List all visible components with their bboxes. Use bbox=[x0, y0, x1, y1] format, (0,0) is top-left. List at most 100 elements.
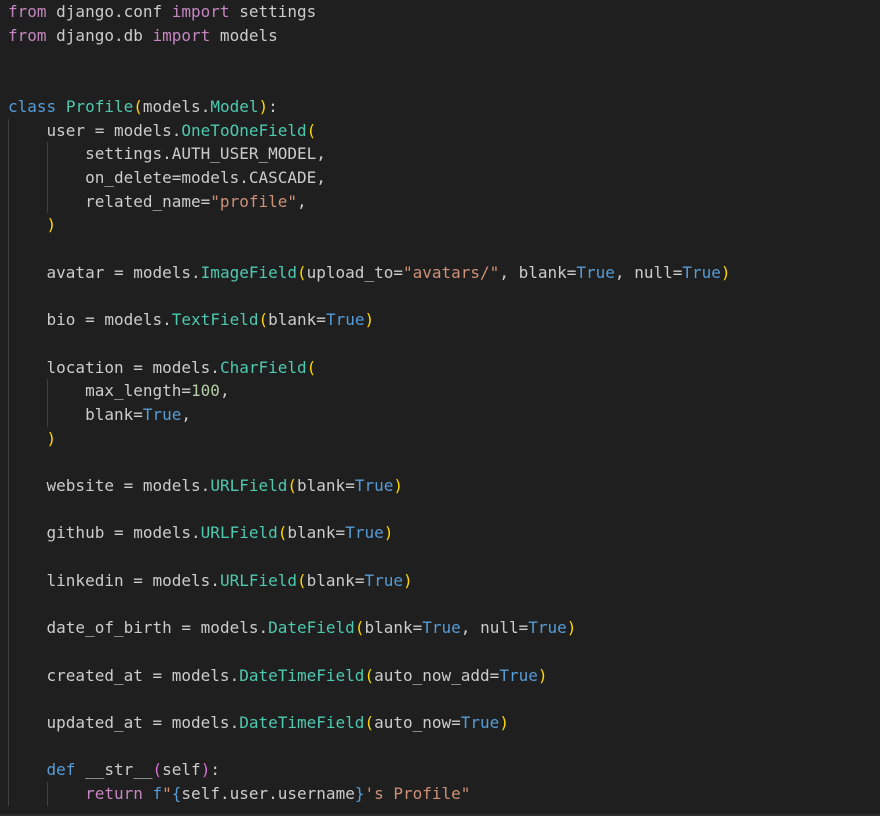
code-line[interactable]: from django.db import models bbox=[8, 24, 278, 48]
code-token-text: models bbox=[200, 618, 259, 638]
code-token-storage: True bbox=[682, 262, 721, 282]
code-token-storage: def bbox=[46, 760, 76, 780]
code-line[interactable]: website = models.URLField(blank=True) bbox=[8, 474, 403, 498]
code-token-number: 100 bbox=[191, 381, 220, 401]
code-token-text: null bbox=[634, 262, 673, 282]
code-token-text: = bbox=[518, 618, 529, 638]
code-line[interactable]: avatar = models.ImageField(upload_to="av… bbox=[8, 261, 731, 285]
code-token-text: : bbox=[268, 96, 278, 116]
code-token-text: = bbox=[171, 618, 201, 638]
code-token-text: models bbox=[181, 167, 240, 187]
code-token-bracket1: ) bbox=[364, 310, 375, 330]
code-token-class_name: DateField bbox=[268, 618, 355, 638]
code-token-text: AUTH_USER_MODEL bbox=[171, 144, 317, 164]
code-editor[interactable]: from django.conf import settings from dja… bbox=[0, 0, 880, 816]
code-token-text: , bbox=[499, 262, 519, 282]
code-line[interactable]: ) bbox=[8, 213, 57, 237]
code-token-text: . bbox=[229, 713, 240, 732]
code-token-text: . bbox=[171, 120, 182, 140]
code-token-text: = bbox=[123, 357, 153, 377]
code-token-bracket1: ( bbox=[277, 523, 288, 543]
code-line[interactable]: date_of_birth = models.DateField(blank=T… bbox=[8, 616, 577, 640]
code-line[interactable]: linkedin = models.URLField(blank=True) bbox=[8, 569, 413, 593]
code-line[interactable]: github = models.URLField(blank=True) bbox=[8, 521, 394, 545]
code-token-storage: True bbox=[354, 476, 394, 495]
code-token-text: null bbox=[480, 618, 519, 638]
code-line[interactable]: updated_at = models.DateTimeField(auto_n… bbox=[8, 711, 509, 735]
code-token-text: = bbox=[104, 523, 134, 543]
code-line[interactable]: location = models.CharField( bbox=[8, 356, 317, 380]
code-token-storage: True bbox=[422, 618, 461, 638]
code-token-class_name: URLField bbox=[210, 476, 288, 495]
code-token-text: = bbox=[142, 665, 172, 685]
code-line[interactable]: bio = models.TextField(blank=True) bbox=[8, 308, 375, 332]
code-token-text: models bbox=[133, 262, 192, 282]
code-line[interactable]: class Profile(models.Model): bbox=[8, 95, 278, 119]
code-token-bracket1: ( bbox=[258, 310, 269, 330]
code-line[interactable]: settings.AUTH_USER_MODEL, bbox=[8, 142, 326, 166]
code-line[interactable]: return f"{self.user.username}'s Profile" bbox=[8, 782, 470, 806]
code-token-text: CASCADE bbox=[248, 167, 317, 187]
code-line[interactable]: blank=True, bbox=[8, 403, 191, 427]
code-token-string: 's Profile" bbox=[364, 784, 471, 804]
code-line[interactable]: ) bbox=[8, 427, 57, 451]
code-token-text: models bbox=[171, 665, 230, 685]
code-token-text: : bbox=[210, 760, 220, 780]
code-token-text: github bbox=[46, 523, 105, 543]
code-token-text: = bbox=[75, 310, 105, 330]
code-token-text: models bbox=[210, 25, 278, 45]
code-token-bracket1: ) bbox=[499, 713, 509, 732]
code-token-text: self bbox=[162, 760, 201, 780]
code-token-text: blank bbox=[85, 404, 134, 424]
code-token-text: updated_at bbox=[46, 713, 143, 732]
code-token-text: settings bbox=[85, 144, 163, 164]
code-token-text: = bbox=[123, 570, 153, 590]
code-token-text: = bbox=[171, 167, 182, 187]
code-line[interactable]: related_name="profile", bbox=[8, 190, 307, 214]
code-token-text: models bbox=[152, 357, 211, 377]
code-token-text: = bbox=[354, 570, 365, 590]
code-line[interactable]: def __str__(self): bbox=[8, 758, 220, 782]
code-token-storage: True bbox=[325, 310, 365, 330]
code-token-text: django.conf bbox=[46, 2, 172, 21]
code-token-text: max_length bbox=[85, 381, 182, 401]
code-token-keyword: import bbox=[171, 2, 230, 21]
code-line[interactable]: max_length=100, bbox=[8, 379, 230, 403]
code-token-bracket1: ) bbox=[393, 476, 403, 495]
code-token-text: self bbox=[181, 784, 220, 804]
code-token-text: = bbox=[412, 618, 423, 638]
code-token-text: auto_now bbox=[374, 713, 452, 732]
code-token-class_name: DateTimeField bbox=[239, 713, 365, 732]
code-line[interactable]: user = models.OneToOneField( bbox=[8, 119, 317, 143]
code-token-text: = bbox=[316, 310, 326, 330]
code-token-text: = bbox=[489, 665, 500, 685]
code-token-text: . bbox=[200, 96, 211, 116]
code-token-text: auto_now_add bbox=[374, 665, 490, 685]
code-line[interactable]: on_delete=models.CASCADE, bbox=[8, 166, 326, 190]
code-token-text: = bbox=[566, 262, 577, 282]
code-line[interactable]: from django.conf import settings bbox=[8, 0, 316, 24]
code-token-text: = bbox=[142, 713, 172, 732]
code-token-text: . bbox=[191, 523, 201, 543]
code-token-storage: True bbox=[345, 523, 384, 543]
code-token-text: . bbox=[191, 262, 201, 282]
code-token-text: models bbox=[113, 120, 172, 140]
code-line[interactable]: created_at = models.DateTimeField(auto_n… bbox=[8, 664, 548, 688]
code-token-string: "profile" bbox=[210, 191, 297, 211]
code-token-text: settings bbox=[229, 2, 317, 21]
code-token-string: " bbox=[162, 784, 172, 804]
